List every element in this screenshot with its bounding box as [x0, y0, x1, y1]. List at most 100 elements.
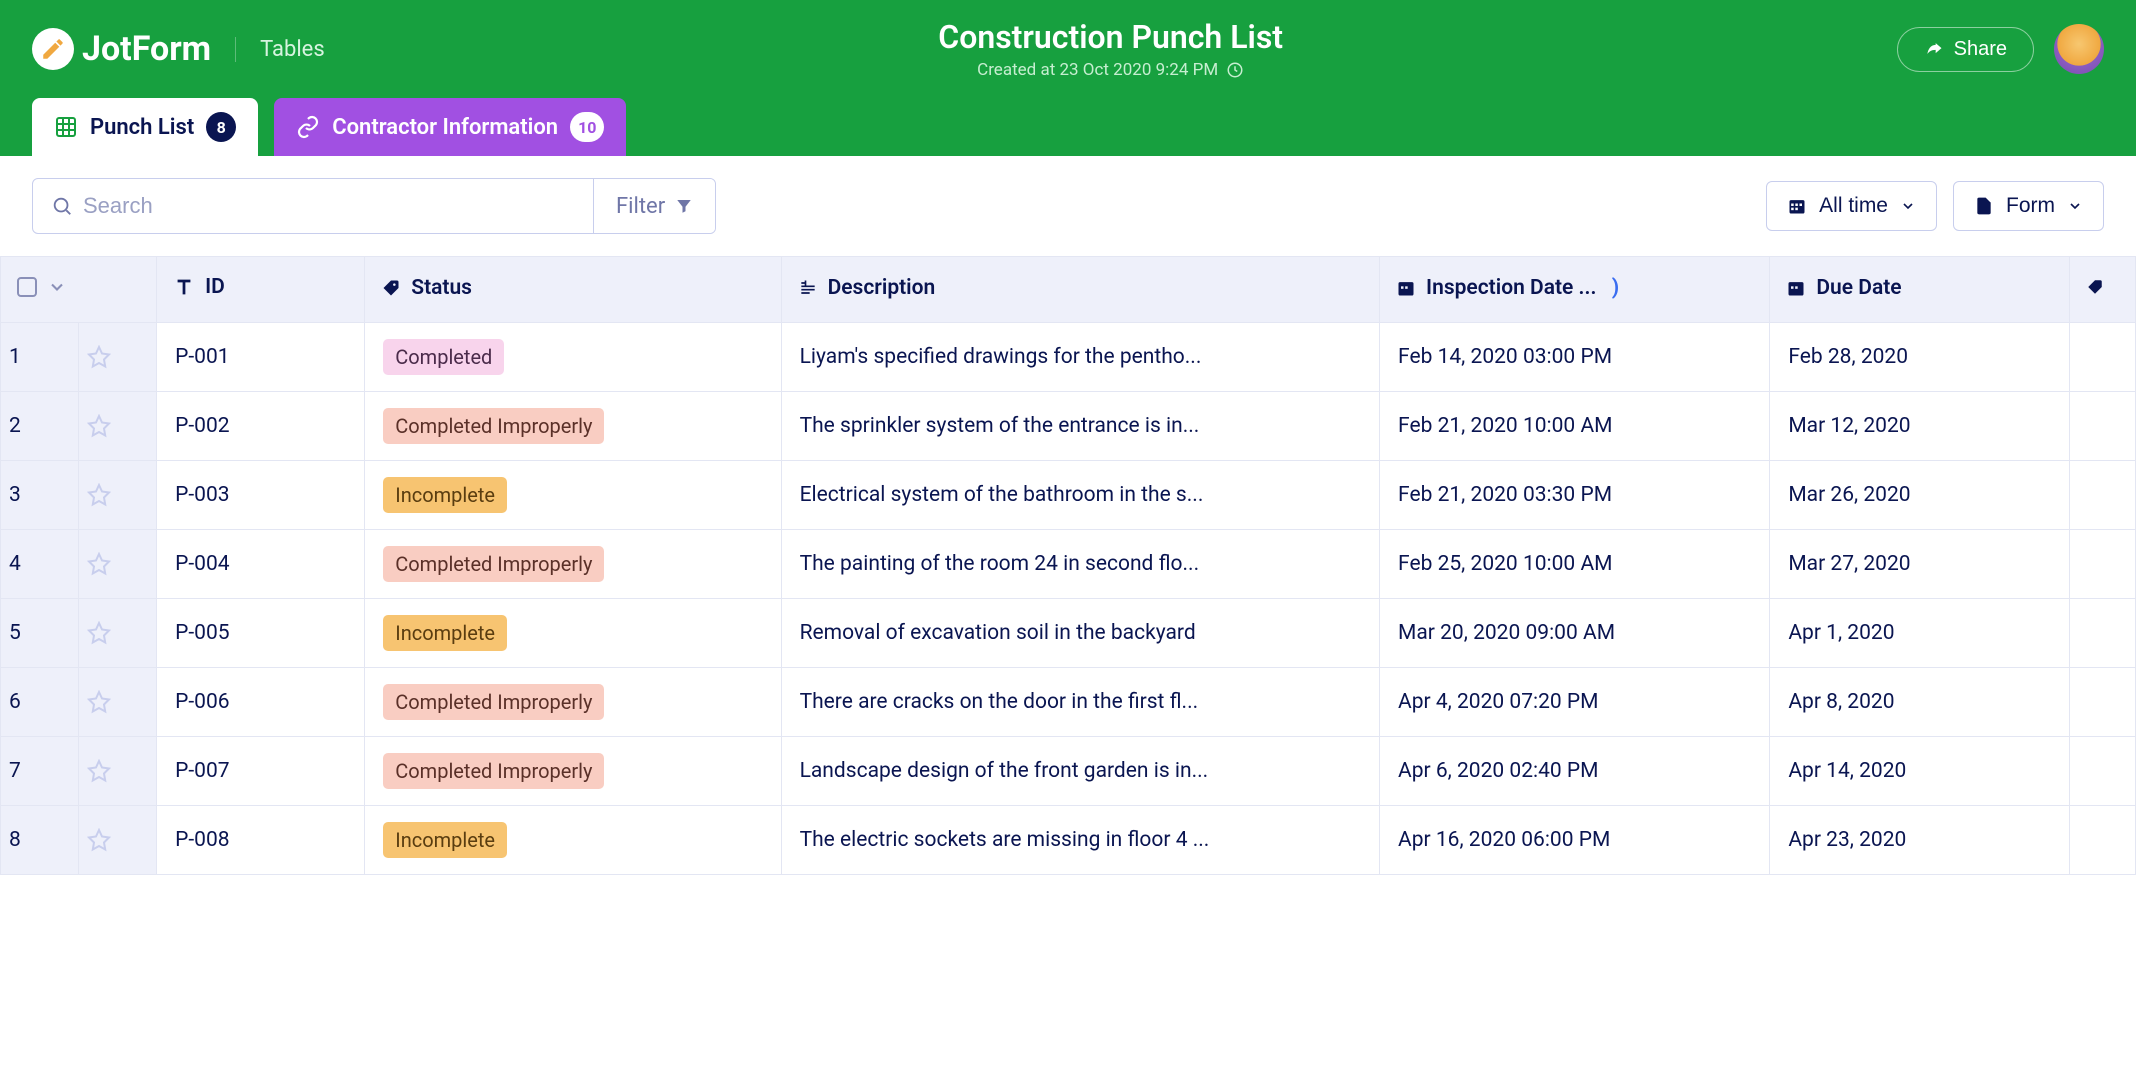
cell-extra[interactable]: [2069, 461, 2135, 530]
cell-extra[interactable]: [2069, 737, 2135, 806]
star-cell[interactable]: [79, 530, 157, 599]
time-filter-button[interactable]: All time: [1766, 181, 1937, 231]
cell-id[interactable]: P-001: [157, 323, 365, 392]
column-header-inspection[interactable]: Inspection Date ... ): [1380, 257, 1770, 323]
cell-due[interactable]: Mar 27, 2020: [1770, 530, 2069, 599]
checkbox-icon[interactable]: [17, 277, 37, 297]
cell-description[interactable]: There are cracks on the door in the firs…: [781, 668, 1379, 737]
tab-count-badge: 8: [206, 112, 236, 142]
share-button[interactable]: Share: [1897, 27, 2034, 72]
cell-description[interactable]: Landscape design of the front garden is …: [781, 737, 1379, 806]
table-row[interactable]: 8 P-008IncompleteThe electric sockets are…: [1, 806, 2136, 875]
cell-id[interactable]: P-007: [157, 737, 365, 806]
row-index: 3: [1, 461, 79, 530]
cell-inspection[interactable]: Feb 25, 2020 10:00 AM: [1380, 530, 1770, 599]
link-icon: [296, 115, 320, 139]
cell-inspection[interactable]: Feb 21, 2020 03:30 PM: [1380, 461, 1770, 530]
column-header-extra[interactable]: [2069, 257, 2135, 323]
cell-inspection[interactable]: Apr 16, 2020 06:00 PM: [1380, 806, 1770, 875]
cell-description[interactable]: Removal of excavation soil in the backya…: [781, 599, 1379, 668]
cell-due[interactable]: Feb 28, 2020: [1770, 323, 2069, 392]
cell-due[interactable]: Mar 26, 2020: [1770, 461, 2069, 530]
cell-description[interactable]: The painting of the room 24 in second fl…: [781, 530, 1379, 599]
cell-description[interactable]: The electric sockets are missing in floo…: [781, 806, 1379, 875]
table-row[interactable]: 4 P-004Completed ImproperlyThe painting o…: [1, 530, 2136, 599]
cell-status[interactable]: Incomplete: [365, 599, 781, 668]
cell-id[interactable]: P-008: [157, 806, 365, 875]
table-row[interactable]: 3 P-003IncompleteElectrical system of the…: [1, 461, 2136, 530]
search-input-wrap[interactable]: [33, 179, 593, 233]
cell-inspection[interactable]: Apr 4, 2020 07:20 PM: [1380, 668, 1770, 737]
star-cell[interactable]: [79, 806, 157, 875]
star-cell[interactable]: [79, 323, 157, 392]
cell-status[interactable]: Completed: [365, 323, 781, 392]
star-cell[interactable]: [79, 461, 157, 530]
star-cell[interactable]: [79, 599, 157, 668]
column-header-id[interactable]: ID: [157, 257, 365, 323]
chevron-down-icon[interactable]: [47, 277, 67, 297]
calendar-grid-icon: [1787, 196, 1807, 216]
cell-id[interactable]: P-005: [157, 599, 365, 668]
row-index: 8: [1, 806, 79, 875]
tabs: Punch List 8 Contractor Information 10: [32, 88, 2104, 156]
row-index: 4: [1, 530, 79, 599]
select-all-header[interactable]: [1, 257, 157, 323]
cell-due[interactable]: Apr 23, 2020: [1770, 806, 2069, 875]
cell-description[interactable]: The sprinkler system of the entrance is …: [781, 392, 1379, 461]
cell-inspection[interactable]: Feb 21, 2020 10:00 AM: [1380, 392, 1770, 461]
cell-due[interactable]: Apr 14, 2020: [1770, 737, 2069, 806]
table-row[interactable]: 6P-006Completed ImproperlyThere are crac…: [1, 668, 2136, 737]
resize-divider-icon[interactable]: ): [1606, 276, 1619, 300]
search-input[interactable]: [83, 193, 575, 219]
cell-status[interactable]: Incomplete: [365, 806, 781, 875]
cell-description[interactable]: Electrical system of the bathroom in the…: [781, 461, 1379, 530]
tab-contractor-info[interactable]: Contractor Information 10: [274, 98, 626, 156]
cell-id[interactable]: P-002: [157, 392, 365, 461]
cell-status[interactable]: Completed Improperly: [365, 668, 781, 737]
cell-id[interactable]: P-003: [157, 461, 365, 530]
cell-id[interactable]: P-006: [157, 668, 365, 737]
cell-status[interactable]: Incomplete: [365, 461, 781, 530]
table-row[interactable]: 1P-001CompletedLiyam's specified drawing…: [1, 323, 2136, 392]
form-button[interactable]: Form: [1953, 181, 2104, 231]
cell-due[interactable]: Apr 1, 2020: [1770, 599, 2069, 668]
star-outline-icon: [87, 759, 148, 783]
tab-label: Punch List: [90, 115, 194, 140]
cell-due[interactable]: Apr 8, 2020: [1770, 668, 2069, 737]
app-label: Tables: [235, 37, 325, 62]
column-header-due[interactable]: Due Date: [1770, 257, 2069, 323]
table-header-row: ID Status Description: [1, 257, 2136, 323]
cell-id[interactable]: P-004: [157, 530, 365, 599]
cell-inspection[interactable]: Feb 14, 2020 03:00 PM: [1380, 323, 1770, 392]
cell-inspection[interactable]: Mar 20, 2020 09:00 AM: [1380, 599, 1770, 668]
cell-extra[interactable]: [2069, 530, 2135, 599]
cell-extra[interactable]: [2069, 806, 2135, 875]
column-header-description[interactable]: Description: [781, 257, 1379, 323]
table-row[interactable]: 7P-007Completed ImproperlyLandscape desi…: [1, 737, 2136, 806]
paragraph-icon: [798, 278, 818, 298]
table-row[interactable]: 2P-002Completed ImproperlyThe sprinkler …: [1, 392, 2136, 461]
avatar[interactable]: [2054, 24, 2104, 74]
created-at-text: Created at 23 Oct 2020 9:24 PM: [977, 60, 1218, 80]
star-cell[interactable]: [79, 392, 157, 461]
star-cell[interactable]: [79, 737, 157, 806]
cell-extra[interactable]: [2069, 323, 2135, 392]
cell-extra[interactable]: [2069, 599, 2135, 668]
cell-extra[interactable]: [2069, 392, 2135, 461]
cell-status[interactable]: Completed Improperly: [365, 737, 781, 806]
tab-punch-list[interactable]: Punch List 8: [32, 98, 258, 156]
column-header-status[interactable]: Status: [365, 257, 781, 323]
table-row[interactable]: 5P-005IncompleteRemoval of excavation so…: [1, 599, 2136, 668]
cell-extra[interactable]: [2069, 668, 2135, 737]
filter-button[interactable]: Filter: [593, 179, 715, 233]
cell-inspection[interactable]: Apr 6, 2020 02:40 PM: [1380, 737, 1770, 806]
column-label: Description: [828, 276, 936, 300]
star-cell[interactable]: [79, 668, 157, 737]
cell-status[interactable]: Completed Improperly: [365, 392, 781, 461]
cell-status[interactable]: Completed Improperly: [365, 530, 781, 599]
page-title[interactable]: Construction Punch List: [349, 18, 1873, 56]
cell-description[interactable]: Liyam's specified drawings for the penth…: [781, 323, 1379, 392]
brand-logo[interactable]: JotForm: [32, 28, 211, 70]
share-label: Share: [1954, 38, 2007, 61]
cell-due[interactable]: Mar 12, 2020: [1770, 392, 2069, 461]
